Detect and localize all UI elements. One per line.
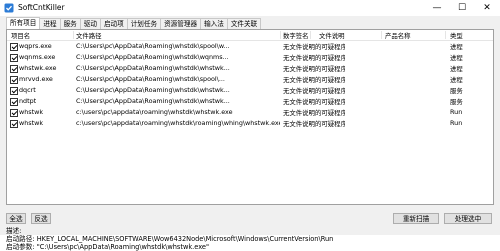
- item-signature: 无文件说明的可疑程序: [283, 43, 345, 51]
- column-divider[interactable]: [73, 31, 74, 39]
- tab-ime[interactable]: 输入法: [200, 18, 228, 29]
- tab-all-items[interactable]: 所有项目: [6, 17, 41, 29]
- item-signature: 无文件说明的可疑程序: [283, 54, 345, 62]
- table-row[interactable]: wqprs.exe C:\Users\pc\AppData\Roaming\wh…: [7, 41, 493, 52]
- item-signature: 无文件说明的可疑程序: [283, 120, 345, 128]
- item-type: 进程: [450, 76, 463, 84]
- column-divider[interactable]: [280, 31, 281, 39]
- process-selected-button[interactable]: 处理选中: [444, 213, 492, 224]
- item-type: Run: [450, 119, 463, 127]
- row-checkbox[interactable]: [10, 109, 18, 117]
- item-signature: 无文件说明的可疑程序: [283, 65, 345, 73]
- item-signature: 无文件说明的可疑程序: [283, 76, 345, 84]
- table-row[interactable]: mrvvd.exe C:\Users\pc\AppData\Roaming\wh…: [7, 74, 493, 85]
- item-type: 服务: [450, 98, 463, 106]
- list-header: 项目名 文件路径 数字签名 文件说明 产品名称 类型: [7, 30, 493, 41]
- table-row[interactable]: dqcrt C:\Users\pc\AppData\Roaming\whstdk…: [7, 85, 493, 96]
- table-row[interactable]: whstwk c:\users\pc\appdata\roaming\whstd…: [7, 118, 493, 129]
- row-checkbox[interactable]: [10, 87, 18, 95]
- item-name: whstwk: [19, 119, 44, 127]
- item-path: C:\Users\pc\AppData\Roaming\whstdk\whstw…: [76, 97, 230, 105]
- column-divider[interactable]: [381, 31, 382, 39]
- item-path: c:\users\pc\appdata\roaming\whstdk\roami…: [76, 119, 280, 127]
- row-checkbox[interactable]: [10, 54, 18, 62]
- window-title: SoftCntKiller: [18, 3, 65, 12]
- title-bar[interactable]: SoftCntKiller — ☐ ✕: [0, 0, 500, 16]
- tab-process[interactable]: 进程: [39, 18, 61, 29]
- item-signature: 无文件说明的可疑程序: [283, 109, 345, 117]
- app-icon: [4, 3, 14, 13]
- item-type: 服务: [450, 87, 463, 95]
- item-name: whstwk.exe: [19, 64, 57, 72]
- tab-service[interactable]: 服务: [59, 18, 81, 29]
- item-name: wqnms.exe: [19, 53, 56, 61]
- column-header-signature[interactable]: 数字签名: [283, 31, 309, 40]
- table-row[interactable]: ndtpt C:\Users\pc\AppData\Roaming\whstdk…: [7, 96, 493, 107]
- main-window: SoftCntKiller — ☐ ✕ 所有项目 进程 服务 驱动 启动项 计划…: [0, 0, 500, 251]
- item-path: c:\users\pc\appdata\roaming\whstdk\whstw…: [76, 108, 233, 116]
- item-type: Run: [450, 108, 463, 116]
- item-path: C:\Users\pc\AppData\Roaming\whstdk\wqnms…: [76, 53, 229, 61]
- table-row[interactable]: whstwk.exe C:\Users\pc\AppData\Roaming\w…: [7, 63, 493, 74]
- item-signature: 无文件说明的可疑程序: [283, 87, 345, 95]
- item-type: 进程: [450, 43, 463, 51]
- column-header-description[interactable]: 文件说明: [319, 31, 345, 40]
- tab-driver[interactable]: 驱动: [79, 18, 101, 29]
- tab-bar: 所有项目 进程 服务 驱动 启动项 计划任务 资源管理器 输入法 文件关联: [6, 17, 262, 29]
- item-name: whstwk: [19, 108, 44, 116]
- column-header-type[interactable]: 类型: [450, 31, 463, 40]
- row-checkbox[interactable]: [10, 120, 18, 128]
- item-path: C:\Users\pc\AppData\Roaming\whstdk\whstw…: [76, 86, 230, 94]
- close-button[interactable]: ✕: [474, 0, 500, 16]
- column-divider[interactable]: [445, 31, 446, 39]
- row-checkbox[interactable]: [10, 76, 18, 84]
- maximize-button[interactable]: ☐: [449, 0, 475, 16]
- item-name: wqprs.exe: [19, 42, 52, 50]
- table-row[interactable]: whstwk c:\users\pc\appdata\roaming\whstd…: [7, 107, 493, 118]
- column-header-path[interactable]: 文件路径: [76, 31, 102, 40]
- column-divider[interactable]: [310, 31, 311, 39]
- item-name: dqcrt: [19, 86, 36, 94]
- row-checkbox[interactable]: [10, 43, 18, 51]
- item-type: 进程: [450, 65, 463, 73]
- item-type: 进程: [450, 54, 463, 62]
- column-header-name[interactable]: 项目名: [11, 31, 30, 40]
- table-row[interactable]: wqnms.exe C:\Users\pc\AppData\Roaming\wh…: [7, 52, 493, 63]
- item-name: ndtpt: [19, 97, 37, 105]
- tab-startup[interactable]: 启动项: [99, 18, 128, 29]
- item-path: C:\Users\pc\AppData\Roaming\whstdk\whstw…: [76, 64, 230, 72]
- select-all-button[interactable]: 全选: [6, 213, 26, 224]
- startup-arguments: 启动参数: "C:\Users\pc\AppData\Roaming\whstd…: [6, 243, 209, 251]
- items-list[interactable]: 项目名 文件路径 数字签名 文件说明 产品名称 类型 wqprs.exe C:\…: [6, 29, 494, 205]
- item-signature: 无文件说明的可疑程序: [283, 98, 345, 106]
- column-header-product[interactable]: 产品名称: [385, 31, 411, 40]
- tab-explorer[interactable]: 资源管理器: [160, 18, 202, 29]
- tab-scheduled-task[interactable]: 计划任务: [126, 18, 162, 29]
- tab-file-association[interactable]: 文件关联: [226, 18, 262, 29]
- rescan-button[interactable]: 重新扫描: [393, 213, 439, 224]
- item-name: mrvvd.exe: [19, 75, 53, 83]
- minimize-button[interactable]: —: [424, 0, 450, 16]
- item-path: C:\Users\pc\AppData\Roaming\whstdk\spool…: [76, 42, 230, 50]
- row-checkbox[interactable]: [10, 65, 18, 73]
- invert-selection-button[interactable]: 反选: [31, 213, 51, 224]
- item-path: C:\Users\pc\AppData\Roaming\whstdk\spool…: [76, 75, 225, 83]
- row-checkbox[interactable]: [10, 98, 18, 106]
